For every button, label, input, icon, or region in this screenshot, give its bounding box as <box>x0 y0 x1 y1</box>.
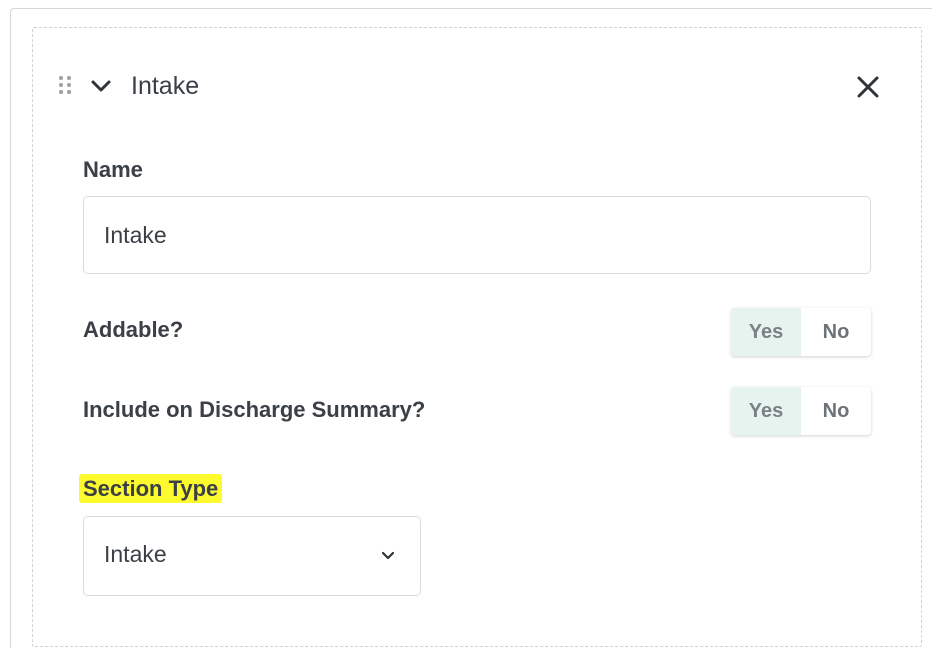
section-type-select[interactable]: Intake <box>83 516 421 596</box>
section-type-value: Intake <box>104 541 167 567</box>
name-input[interactable] <box>83 196 871 274</box>
discharge-no-button[interactable]: No <box>801 387 871 435</box>
chevron-down-icon <box>381 551 395 560</box>
chevron-down-icon[interactable] <box>89 74 113 98</box>
addable-yes-button[interactable]: Yes <box>731 308 801 356</box>
section-type-label: Section Type <box>79 474 223 503</box>
addable-no-button[interactable]: No <box>801 308 871 356</box>
discharge-yes-button[interactable]: Yes <box>731 387 801 435</box>
discharge-label: Include on Discharge Summary? <box>83 397 426 422</box>
close-icon[interactable] <box>854 73 882 101</box>
drag-handle-icon[interactable] <box>57 74 73 96</box>
name-label: Name <box>83 157 143 182</box>
section-card: Intake Name Addable? Yes No Include on D… <box>32 27 922 647</box>
section-type-label-wrapper: Section Type <box>79 474 223 503</box>
addable-toggle: Yes No <box>731 308 871 356</box>
section-header: Intake <box>57 68 897 104</box>
discharge-toggle: Yes No <box>731 387 871 435</box>
section-title: Intake <box>131 72 200 100</box>
addable-label: Addable? <box>83 317 184 342</box>
